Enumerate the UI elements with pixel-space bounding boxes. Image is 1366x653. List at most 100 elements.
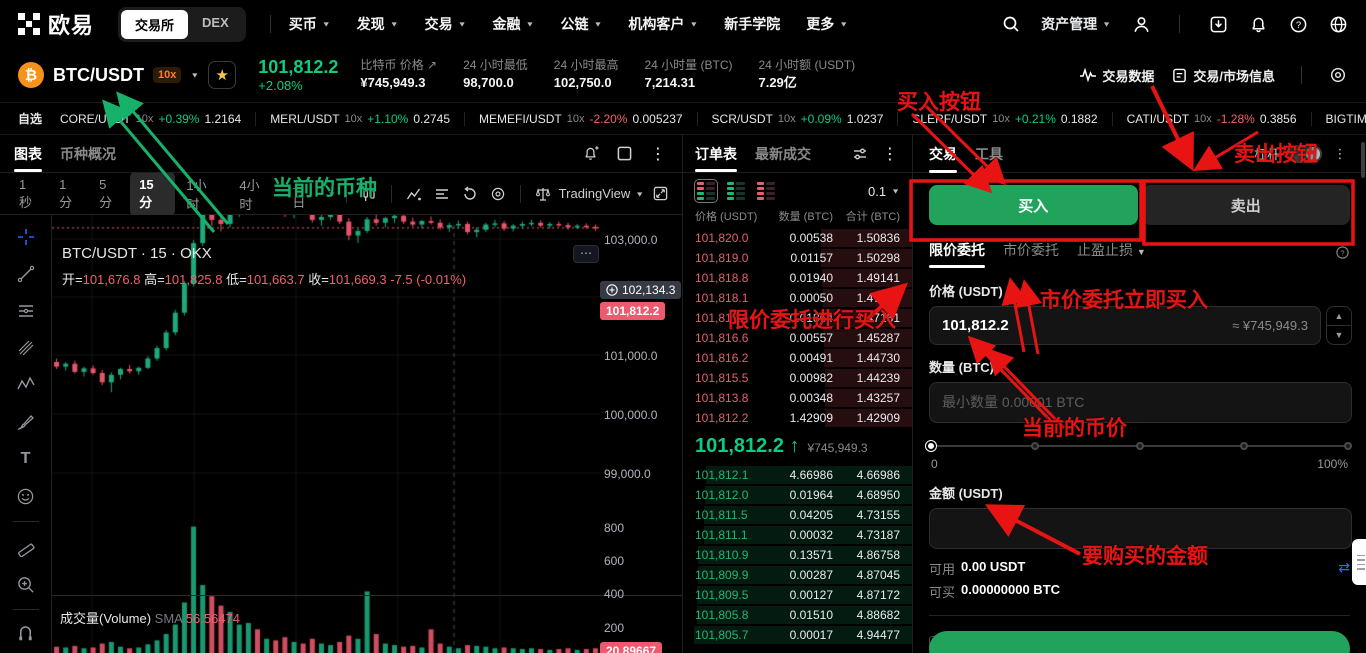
notifications-bell-icon[interactable] — [1248, 14, 1268, 34]
order-help-icon[interactable]: ? — [1335, 245, 1350, 263]
orderbook-row[interactable]: 101,811.50.042054.73155 — [683, 505, 912, 525]
timeframe-1分[interactable]: 1分 — [50, 172, 88, 216]
ticker-item[interactable]: SCR/USDT10x+0.09%1.0237 — [697, 112, 898, 126]
help-icon[interactable]: ? — [1288, 14, 1308, 34]
magnet-tool-icon[interactable] — [14, 623, 38, 647]
page-scrollbar[interactable] — [1361, 142, 1365, 178]
currency-swap-icon[interactable]: ⇄ — [1338, 559, 1350, 578]
orderbook-row[interactable]: 101,805.70.000174.94477 — [683, 625, 912, 645]
candle-style-icon[interactable] — [357, 182, 381, 206]
alert-price-badge[interactable]: 102,134.3 — [600, 281, 681, 299]
tab-market-order[interactable]: 市价委托 — [1003, 240, 1059, 268]
download-app-icon[interactable] — [1208, 14, 1228, 34]
profile-icon[interactable] — [1131, 14, 1151, 34]
tick-size-dropdown[interactable]: 0.1▼ — [868, 184, 900, 199]
timeframe-1秒[interactable]: 1秒 — [10, 172, 48, 216]
orderbook-last-price[interactable]: 101,812.2 ↑ ¥745,949.3 — [683, 428, 912, 465]
pair-name[interactable]: BTC/USDT — [53, 65, 144, 86]
price-input[interactable] — [942, 317, 1232, 334]
orderbook-row[interactable]: 101,811.10.000324.73187 — [683, 525, 912, 545]
ticker-item[interactable]: BIGTIME/U — [1311, 112, 1366, 126]
buy-tab-button[interactable]: 买入 — [929, 185, 1138, 225]
menu-item[interactable]: 新手学院 — [724, 14, 780, 34]
menu-item[interactable]: 买币▼ — [289, 14, 331, 34]
orderbook-row[interactable]: 101,813.80.003481.43257 — [683, 388, 912, 408]
view-bids-icon[interactable] — [725, 180, 747, 202]
settings-gear-icon[interactable] — [1328, 65, 1348, 85]
timeframe-5分[interactable]: 5分 — [90, 172, 128, 216]
trading-data-link[interactable]: 交易数据 — [1080, 66, 1154, 85]
pitchfork-tool-icon[interactable] — [14, 336, 38, 360]
tab-limit-order[interactable]: 限价委托 — [929, 240, 985, 268]
crosshair-tool-icon[interactable] — [14, 225, 38, 249]
brush-tool-icon[interactable] — [14, 410, 38, 434]
orderbook-row[interactable]: 101,819.00.011571.50298 — [683, 248, 912, 268]
alert-bell-plus-icon[interactable] — [580, 144, 600, 164]
text-tool-icon[interactable]: T — [14, 447, 38, 471]
tab-orderbook[interactable]: 订单表 — [695, 135, 737, 172]
chart-kebab-menu-icon[interactable]: ⋮ — [648, 144, 668, 164]
timeframe-1日[interactable]: 1日 — [283, 172, 321, 216]
gann-lines-tool-icon[interactable] — [14, 299, 38, 323]
menu-item[interactable]: 更多▼ — [806, 14, 848, 34]
replay-icon[interactable] — [458, 182, 482, 206]
expand-icon[interactable] — [648, 182, 672, 206]
watchlist-label[interactable]: 自选 — [18, 110, 42, 127]
orderbook-row[interactable]: 101,816.60.005571.45287 — [683, 328, 912, 348]
sell-tab-button[interactable]: 卖出 — [1142, 185, 1351, 225]
pair-selector-chevron-icon[interactable]: ▼ — [190, 71, 199, 79]
tab-coin-overview[interactable]: 币种概况 — [60, 135, 116, 172]
price-decrement-button[interactable]: ▼ — [1327, 326, 1351, 344]
trendline-tool-icon[interactable] — [14, 262, 38, 286]
amount-slider[interactable] — [931, 439, 1348, 453]
leverage-toggle[interactable] — [1288, 145, 1322, 163]
tab-tp-sl-order[interactable]: 止盈止损 ▼ — [1077, 240, 1146, 268]
legend-more-button[interactable]: ⋯ — [573, 245, 599, 263]
timeframe-4小时[interactable]: 4小时 — [230, 170, 281, 218]
tab-chart[interactable]: 图表 — [14, 135, 42, 172]
tab-trade[interactable]: 交易 — [929, 135, 957, 173]
orderbook-row[interactable]: 101,812.21.429091.42909 — [683, 408, 912, 428]
fullscreen-icon[interactable] — [614, 144, 634, 164]
trade-kebab-menu-icon[interactable]: ⋮ — [1330, 144, 1350, 164]
mode-tab-交易所[interactable]: 交易所 — [121, 10, 188, 39]
okx-logo[interactable]: 欧易 — [18, 8, 94, 40]
orderbook-kebab-menu-icon[interactable]: ⋮ — [880, 144, 900, 164]
menu-item[interactable]: 机构客户▼ — [628, 14, 698, 34]
favorite-star-button[interactable]: ★ — [208, 61, 236, 89]
tab-tools[interactable]: 工具 — [975, 135, 1003, 173]
asset-manager-menu[interactable]: 资产管理▼ — [1041, 14, 1111, 34]
search-icon[interactable] — [1001, 14, 1021, 34]
tradingview-selector[interactable]: TradingView▼ — [559, 186, 644, 201]
ticker-item[interactable]: CATI/USDT10x-1.28%0.3856 — [1112, 112, 1311, 126]
submit-buy-button[interactable] — [929, 631, 1350, 653]
orderbook-row[interactable]: 101,810.90.135714.86758 — [683, 545, 912, 565]
timeframe-15分[interactable]: 15分 — [130, 172, 175, 216]
market-info-link[interactable]: 交易/市场信息 — [1172, 66, 1275, 85]
view-asks-icon[interactable] — [755, 180, 777, 202]
indicators-icon[interactable] — [402, 182, 426, 206]
timeframe-chevron-icon[interactable]: ▼ — [327, 190, 336, 198]
ruler-tool-icon[interactable] — [14, 535, 38, 559]
ticker-item[interactable]: CORE/USDT10x+0.39%1.2164 — [60, 112, 255, 126]
chart-settings-gear-icon[interactable] — [486, 182, 510, 206]
scale-icon[interactable] — [531, 182, 555, 206]
orderbook-row[interactable]: 101,812.00.019644.68950 — [683, 485, 912, 505]
orderbook-row[interactable]: 101,812.14.669864.66986 — [683, 465, 912, 485]
compare-icon[interactable] — [430, 182, 454, 206]
ticker-item[interactable]: SLERF/USDT10x+0.21%0.1882 — [897, 112, 1111, 126]
tab-recent-trades[interactable]: 最新成交 — [755, 135, 811, 172]
menu-item[interactable]: 交易▼ — [425, 14, 467, 34]
amount-input[interactable] — [942, 520, 1339, 537]
language-globe-icon[interactable] — [1328, 14, 1348, 34]
ticker-item[interactable]: MEMEFI/USDT10x-2.20%0.005237 — [464, 112, 697, 126]
zoom-in-tool-icon[interactable] — [14, 572, 38, 596]
orderbook-row[interactable]: 101,815.50.009821.44239 — [683, 368, 912, 388]
menu-item[interactable]: 公链▼ — [560, 14, 602, 34]
orderbook-row[interactable]: 101,809.90.002874.87045 — [683, 565, 912, 585]
emoji-tool-icon[interactable] — [14, 484, 38, 508]
ticker-item[interactable]: MERL/USDT10x+1.10%0.2745 — [255, 112, 464, 126]
orderbook-row[interactable]: 101,818.80.019401.49141 — [683, 268, 912, 288]
menu-item[interactable]: 金融▼ — [493, 14, 535, 34]
orderbook-row[interactable]: 101,818.10.000501.47201 — [683, 288, 912, 308]
